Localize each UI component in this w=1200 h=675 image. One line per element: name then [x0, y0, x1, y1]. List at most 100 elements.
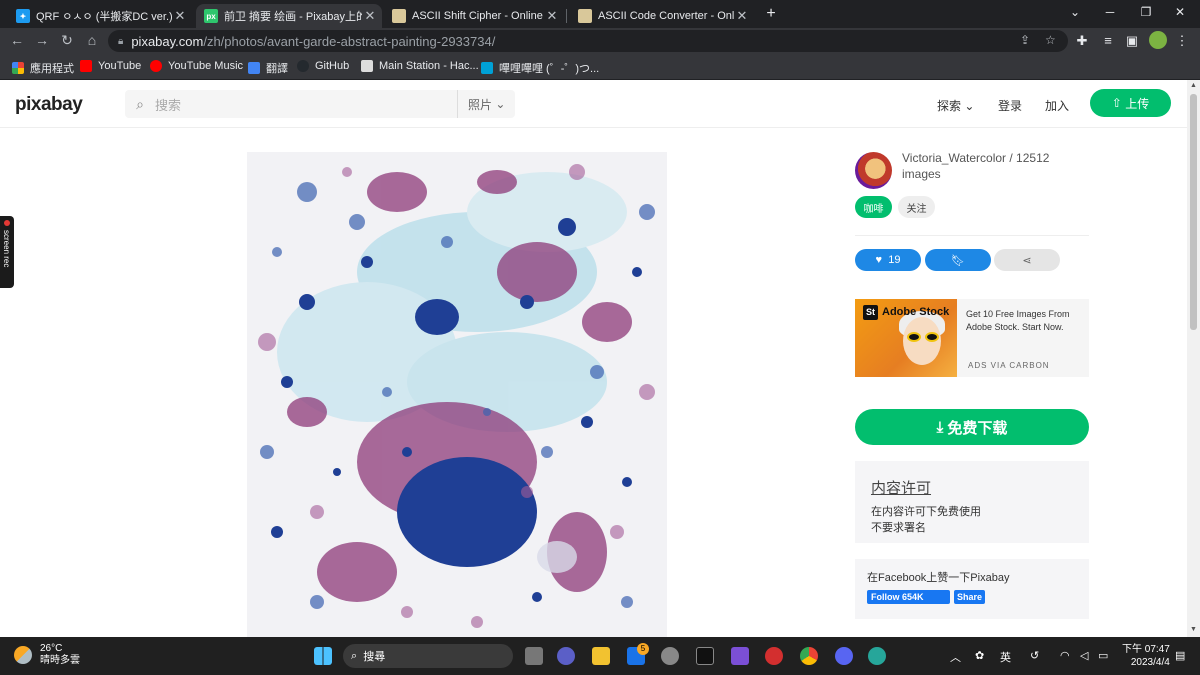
facebook-share-button[interactable]: Share — [954, 590, 985, 604]
close-tab-icon[interactable]: ✕ — [734, 8, 750, 24]
screen-rec-widget[interactable]: screen rec — [0, 216, 14, 288]
bookmark-github[interactable]: GitHub — [297, 60, 349, 72]
share-page-icon[interactable]: ⇪ — [1020, 33, 1030, 47]
side-panel-icon[interactable]: ▣ — [1124, 33, 1140, 49]
extensions-icon[interactable]: ✚ — [1074, 33, 1090, 49]
app-icon[interactable] — [731, 647, 749, 665]
facebook-panel: 在Facebook上赞一下Pixabay Follow 654K Share — [855, 559, 1089, 619]
notification-icon[interactable]: ▤ — [1175, 649, 1185, 662]
url-domain: pixabay.com — [131, 33, 204, 49]
bookmark-bilibili[interactable]: 嗶哩嗶哩 (゜-゜)つ... — [481, 60, 599, 76]
scroll-down-icon[interactable]: ▼ — [1190, 626, 1197, 633]
wifi-icon[interactable]: ◠ — [1060, 649, 1070, 662]
tab-title: ASCII Shift Cipher - Online Dec — [412, 10, 544, 22]
task-view-icon[interactable] — [525, 647, 543, 665]
system-clock[interactable]: 下午 07:47 2023/4/4 — [1122, 643, 1170, 669]
divider — [855, 235, 1089, 236]
upload-icon: ⇧ — [1111, 96, 1122, 110]
coffee-button[interactable]: 咖啡 — [855, 196, 892, 218]
browser-tab-ascii-shift[interactable]: ASCII Shift Cipher - Online Dec ✕ — [384, 4, 564, 28]
discord-icon[interactable] — [835, 647, 853, 665]
search-input[interactable]: 搜索 — [155, 95, 457, 114]
bookmark-youtube[interactable]: YouTube — [80, 60, 141, 72]
media-control-icon[interactable]: ≡ — [1100, 33, 1116, 48]
ime-indicator[interactable]: 英 — [1000, 649, 1011, 665]
browser-toolbar: ← → ↻ ⌂ 🔒︎ pixabay.com/zh/photos/avant-g… — [0, 28, 1200, 54]
upload-button[interactable]: ⇧ 上传 — [1090, 89, 1171, 117]
volume-icon[interactable]: ◁ — [1080, 649, 1088, 662]
upload-label: 上传 — [1125, 96, 1150, 111]
dev-tool-icon[interactable] — [868, 647, 886, 665]
login-link[interactable]: 登录 — [998, 97, 1022, 114]
tray-app-icon[interactable]: ✿ — [975, 649, 984, 662]
tab-separator — [566, 9, 567, 23]
bookmark-youtube-music[interactable]: YouTube Music — [150, 60, 243, 72]
battery-icon[interactable]: ▭ — [1098, 649, 1108, 662]
share-button[interactable]: ⋖ — [994, 249, 1060, 271]
adobe-stock-mark: St — [863, 304, 878, 320]
bookmarks-bar: 應用程式 YouTube YouTube Music 翻譯 GitHub Mai… — [0, 54, 1200, 80]
close-tab-icon[interactable]: ✕ — [544, 8, 560, 24]
weather-widget[interactable]: 26°C 晴時多雲 — [14, 643, 80, 667]
license-title[interactable]: 内容许可 — [871, 477, 931, 498]
page-scrollbar[interactable]: ▲ ▼ — [1187, 80, 1200, 637]
close-tab-icon[interactable]: ✕ — [362, 8, 378, 24]
main-photo[interactable] — [247, 152, 667, 637]
download-icon: ⤓ — [936, 418, 944, 436]
chrome-icon[interactable] — [800, 647, 818, 665]
license-panel: 内容许可 在内容许可下免费使用 不要求署名 — [855, 461, 1089, 543]
windows-taskbar: 26°C 晴時多雲 ⌕ 搜尋 5 ︿ ✿ 英 ↺ ◠ ◁ ▭ 下午 07:47 2… — [0, 637, 1200, 675]
like-button[interactable]: ♥ 19 — [855, 249, 921, 271]
restore-button[interactable]: ❐ — [1136, 5, 1156, 19]
terminal-icon[interactable] — [696, 647, 714, 665]
tab-title: 前卫 摘要 绘画 - Pixabay上的免费 — [224, 11, 362, 23]
follow-button[interactable]: 关注 — [898, 196, 935, 218]
bookmark-button[interactable]: 🔖︎ — [925, 249, 991, 271]
bookmark-apps[interactable]: 應用程式 — [12, 60, 74, 76]
close-tab-icon[interactable]: ✕ — [172, 8, 188, 24]
browser-tab-twitter[interactable]: ✦ QRF ㅇㅅㅇ (半搬家DC ver.) on ✕ — [8, 4, 192, 28]
new-tab-button[interactable]: + — [762, 5, 780, 23]
ads-via-carbon[interactable]: ADS VIA CARBON — [968, 361, 1050, 370]
bookmark-translate[interactable]: 翻譯 — [248, 60, 288, 76]
facebook-text: 在Facebook上赞一下Pixabay — [867, 572, 1010, 584]
author-name[interactable]: Victoria_Watercolor / 12512 images — [902, 150, 1082, 182]
scrollbar-thumb[interactable] — [1190, 94, 1197, 330]
forward-icon[interactable]: → — [33, 32, 51, 48]
facebook-follow-label: Follow 654K — [871, 592, 924, 602]
explore-menu[interactable]: 探索 ⌄ — [937, 97, 974, 114]
windows-start-icon[interactable] — [314, 647, 332, 665]
bookmark-main-station[interactable]: Main Station - Hac... — [361, 60, 479, 72]
author-avatar[interactable] — [855, 152, 892, 189]
home-icon[interactable]: ⌂ — [83, 32, 101, 48]
record-icon[interactable] — [765, 647, 783, 665]
browser-tab-pixabay[interactable]: px 前卫 摘要 绘画 - Pixabay上的免费 ✕ — [196, 4, 382, 28]
free-download-button[interactable]: ⤓ 免费下载 — [855, 409, 1089, 445]
bookmark-label: YouTube Music — [168, 60, 244, 72]
profile-avatar[interactable] — [1149, 31, 1167, 49]
show-hidden-icons[interactable]: ︿ — [950, 649, 961, 665]
teams-chat-icon[interactable] — [557, 647, 575, 665]
scroll-up-icon[interactable]: ▲ — [1190, 82, 1197, 89]
tab-search-icon[interactable]: ⌄ — [1065, 5, 1085, 19]
mail-badge: 5 — [637, 643, 649, 655]
settings-gear-icon[interactable] — [661, 647, 679, 665]
file-explorer-icon[interactable] — [592, 647, 610, 665]
facebook-follow-button[interactable]: Follow 654K — [867, 590, 950, 604]
browser-tab-ascii-converter[interactable]: ASCII Code Converter - Online ✕ — [570, 4, 754, 28]
search-bar[interactable]: ⌕ 搜索 照片 ⌄ — [125, 90, 515, 118]
address-bar[interactable]: 🔒︎ pixabay.com/zh/photos/avant-garde-abs… — [108, 30, 1068, 52]
carbon-ad[interactable]: St Adobe Stock Get 10 Free Images From Ad… — [855, 299, 1089, 377]
close-window-button[interactable]: ✕ — [1170, 5, 1190, 19]
join-link[interactable]: 加入 — [1045, 97, 1069, 114]
ime-mode-icon[interactable]: ↺ — [1030, 649, 1039, 662]
reload-icon[interactable]: ↻ — [58, 32, 76, 49]
search-category-dropdown[interactable]: 照片 ⌄ — [457, 90, 515, 118]
back-icon[interactable]: ← — [8, 32, 26, 48]
menu-kebab-icon[interactable]: ⋮ — [1174, 33, 1190, 49]
taskbar-search[interactable]: ⌕ 搜尋 — [343, 644, 513, 668]
youtube-music-icon — [150, 60, 162, 72]
pixabay-logo[interactable]: pixabay — [15, 94, 83, 116]
bookmark-star-icon[interactable]: ☆ — [1045, 33, 1056, 47]
minimize-button[interactable]: ─ — [1100, 5, 1120, 19]
